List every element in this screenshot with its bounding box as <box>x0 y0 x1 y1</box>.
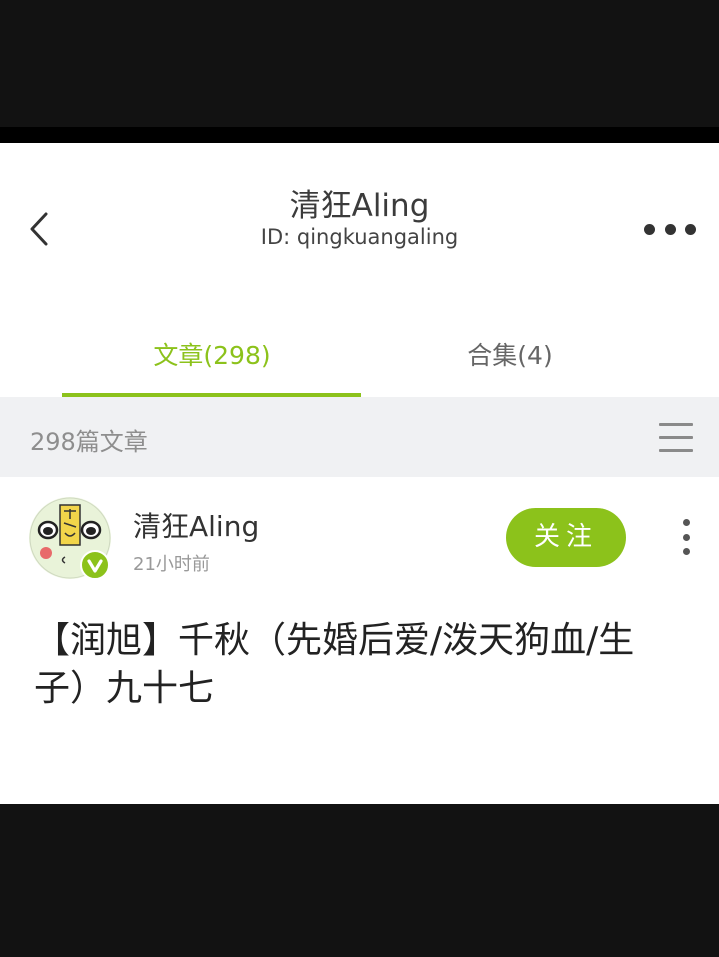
more-options-button[interactable] <box>644 222 696 236</box>
page-title: 清狂Aling <box>289 188 430 224</box>
post-more-options-button[interactable] <box>680 519 692 555</box>
verified-badge-icon <box>80 550 110 580</box>
profile-panel: 清狂Aling ID: qingkuangaling 文章(298) 合集(4)… <box>0 143 719 804</box>
follow-button[interactable]: 关注 <box>506 508 626 567</box>
dot <box>682 519 690 526</box>
dot <box>682 533 690 541</box>
status-bar-area <box>0 0 719 127</box>
menu-icon[interactable] <box>659 423 693 453</box>
user-id: ID: qingkuangaling <box>260 225 459 249</box>
top-divider <box>0 127 719 143</box>
article-title[interactable]: 【润旭】千秋（先婚后爱/泼天狗血/生子）九十七 <box>34 617 684 713</box>
dot <box>664 223 676 235</box>
article-count: 298篇文章 <box>30 428 148 456</box>
dot <box>644 223 655 235</box>
bottom-area <box>0 804 719 957</box>
dot <box>685 223 696 235</box>
author-name[interactable]: 清狂Aling <box>133 505 259 545</box>
post-time: 21小时前 <box>133 554 210 575</box>
tab-articles[interactable]: 文章(298) <box>62 336 362 372</box>
dot <box>682 548 690 555</box>
filter-bar: 298篇文章 <box>0 397 719 477</box>
tab-collections[interactable]: 合集(4) <box>360 336 660 372</box>
